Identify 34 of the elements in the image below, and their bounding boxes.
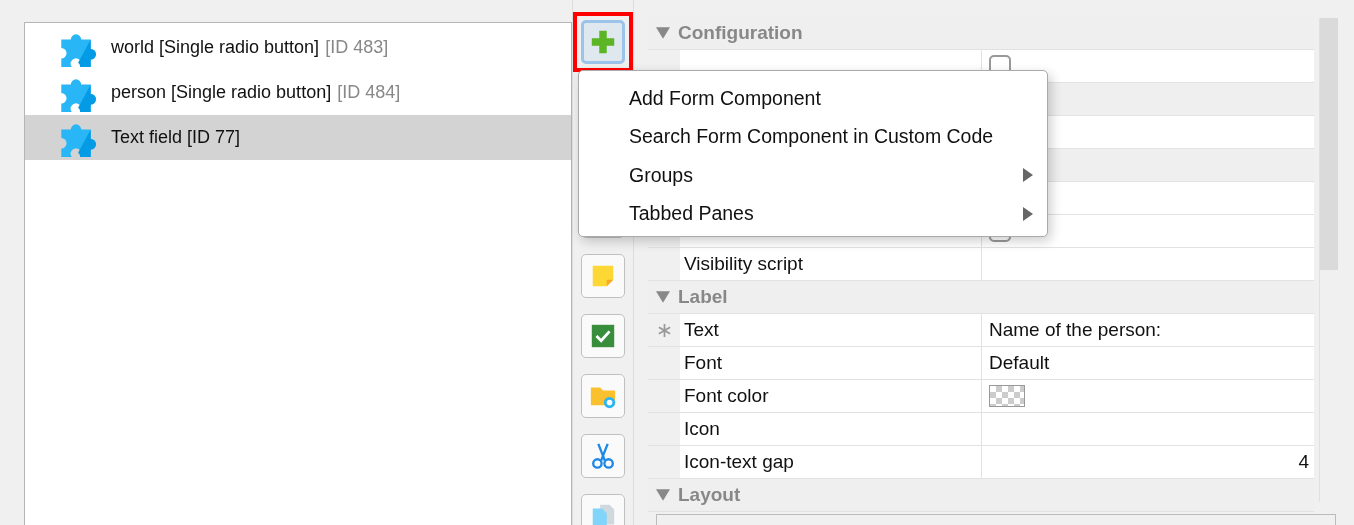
row-gutter (648, 413, 680, 445)
collapse-arrow-icon[interactable] (656, 26, 670, 40)
property-label: Font (684, 352, 723, 374)
menu-item[interactable]: Add Form Component (579, 79, 1047, 118)
toolbar-button[interactable] (581, 374, 625, 418)
section-title: Label (678, 286, 728, 308)
toolbar-button[interactable] (581, 314, 625, 358)
section-title: Layout (678, 484, 741, 506)
property-value[interactable]: 4 (1298, 451, 1309, 473)
menu-item[interactable]: Tabbed Panes (579, 194, 1047, 233)
collapse-arrow-icon[interactable] (656, 488, 670, 502)
component-item[interactable]: world [Single radio button] [ID 483] (25, 25, 571, 70)
checkbox-icon (589, 322, 617, 350)
collapse-arrow-icon[interactable] (656, 290, 670, 304)
scissors-icon (589, 442, 617, 470)
section-title: Configuration (678, 22, 803, 44)
component-item[interactable]: person [Single radio button] [ID 484] (25, 70, 571, 115)
property-label: Text (684, 319, 719, 341)
property-label: Visibility script (684, 253, 803, 275)
toolbar-button[interactable] (581, 434, 625, 478)
toolbar-button[interactable] (581, 254, 625, 298)
property-value[interactable]: Name of the person: (989, 319, 1162, 341)
toolbar-button[interactable] (581, 494, 625, 525)
menu-item[interactable]: Groups (579, 156, 1047, 195)
row-gutter (648, 380, 680, 412)
property-label: Icon (684, 418, 720, 440)
toolbar-button[interactable] (581, 20, 625, 64)
menu-item[interactable]: Search Form Component in Custom Code (579, 117, 1047, 156)
property-label: Icon-text gap (684, 451, 794, 473)
color-swatch[interactable] (989, 385, 1025, 407)
property-value[interactable]: Default (989, 352, 1050, 374)
component-item[interactable]: Text field [ID 77] (25, 115, 571, 160)
plus-icon (589, 28, 617, 56)
property-label: Font color (684, 385, 769, 407)
